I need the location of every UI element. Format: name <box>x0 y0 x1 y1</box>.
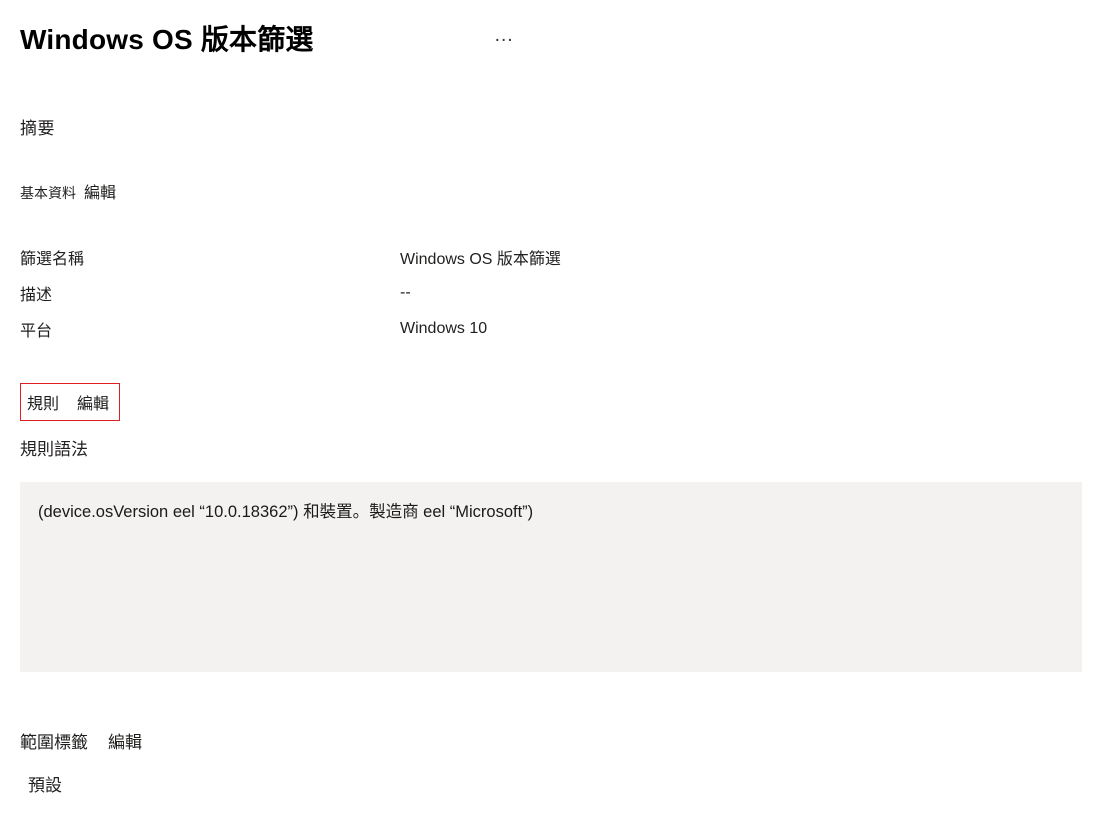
kv-key-filter-name: 篩選名稱 <box>20 245 400 269</box>
scope-tags-value: 預設 <box>28 771 1082 796</box>
more-actions-icon[interactable]: … <box>494 24 516 47</box>
summary-heading: 摘要 <box>20 114 1082 139</box>
kv-key-description: 描述 <box>20 281 400 305</box>
kv-row-platform: 平台 Windows 10 <box>20 311 1082 347</box>
scope-tags-edit-link[interactable]: 編輯 <box>108 728 142 753</box>
kv-row-filter-name: 篩選名稱 Windows OS 版本篩選 <box>20 239 1082 275</box>
rule-syntax-box: (device.osVersion eel “10.0.18362”) 和裝置。… <box>20 482 1082 672</box>
scope-tags-section: 範圍標籤 編輯 預設 <box>20 728 1082 796</box>
rules-section-header-highlighted: 規則 編輯 <box>20 383 120 421</box>
kv-key-platform: 平台 <box>20 317 400 341</box>
rule-syntax-label: 規則語法 <box>20 435 1082 460</box>
kv-val-description: -- <box>400 284 411 302</box>
rules-section: 規則 編輯 規則語法 (device.osVersion eel “10.0.1… <box>20 383 1082 672</box>
basics-label: 基本資料 <box>20 183 76 203</box>
scope-tags-label: 範圍標籤 <box>20 728 88 753</box>
page-title: Windows OS 版本篩選 <box>20 18 314 58</box>
rules-edit-link[interactable]: 編輯 <box>77 390 109 414</box>
basics-section-header: 基本資料 編輯 <box>20 179 1082 203</box>
kv-val-platform: Windows 10 <box>400 320 487 338</box>
basics-kv-list: 篩選名稱 Windows OS 版本篩選 描述 -- 平台 Windows 10 <box>20 239 1082 347</box>
basics-edit-link[interactable]: 編輯 <box>84 179 116 203</box>
page-header: Windows OS 版本篩選 … <box>20 18 1082 58</box>
rules-label: 規則 <box>27 390 59 414</box>
page-root: Windows OS 版本篩選 … 摘要 基本資料 編輯 篩選名稱 Window… <box>0 0 1102 816</box>
scope-tags-header: 範圍標籤 編輯 <box>20 728 1082 753</box>
kv-val-filter-name: Windows OS 版本篩選 <box>400 245 561 269</box>
kv-row-description: 描述 -- <box>20 275 1082 311</box>
